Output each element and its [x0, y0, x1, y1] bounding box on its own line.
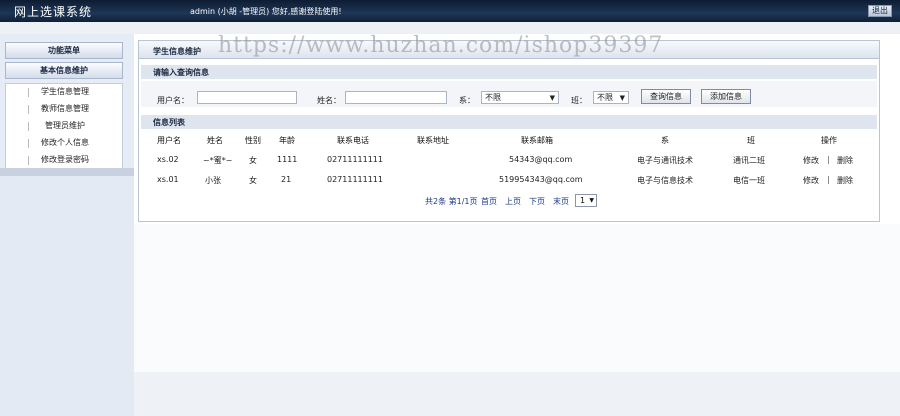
- class-select[interactable]: 不限 ▼: [593, 91, 629, 104]
- list-section-header: 信息列表: [141, 115, 877, 129]
- pager-summary: 共2条 第1/1页: [425, 197, 478, 206]
- table-header-row: 用户名 姓名 性别 年龄 联系电话 联系地址 联系邮箱 系 班 操作: [141, 135, 877, 153]
- cell-gender: 女: [249, 176, 257, 185]
- dept-label: 系：: [459, 96, 475, 105]
- table-row: xs.02 ~*蜜*~ 女 1111 02711111111 54343@qq.…: [141, 155, 877, 173]
- column-header: 年龄: [279, 136, 295, 145]
- pager-first-link[interactable]: 首页: [481, 196, 497, 207]
- column-header: 系: [661, 136, 669, 145]
- pager-next-link[interactable]: 下页: [529, 196, 545, 207]
- cell-class: 电信一班: [733, 176, 765, 185]
- main-panel-header: 学生信息维护: [139, 41, 879, 59]
- column-header: 用户名: [157, 136, 181, 145]
- sidebar-item-label: 管理员维护: [45, 121, 85, 130]
- sidebar-item-change-password[interactable]: 修改登录密码: [6, 152, 124, 168]
- class-label: 班：: [571, 96, 587, 105]
- query-button[interactable]: 查询信息: [641, 89, 691, 104]
- top-header-bar: 网上选课系统 admin (小胡 -管理员) 您好,感谢登陆使用! 退出: [0, 0, 900, 22]
- list-section-title: 信息列表: [153, 118, 185, 127]
- cell-gender: 女: [249, 156, 257, 165]
- sidebar-item-edit-profile[interactable]: 修改个人信息: [6, 135, 124, 151]
- cell-age: 21: [281, 175, 292, 184]
- sidebar-item-label: 修改登录密码: [41, 155, 89, 164]
- cell-dept: 电子与信息技术: [637, 176, 693, 185]
- chevron-down-icon: ▼: [549, 94, 555, 102]
- column-header: 联系电话: [337, 136, 369, 145]
- sidebar-item-teacher-info[interactable]: 教师信息管理: [6, 101, 124, 117]
- cell-email: 519954343@qq.com: [499, 175, 583, 184]
- search-section-header: 请输入查询信息: [141, 65, 877, 79]
- delete-link[interactable]: 删除: [837, 155, 853, 166]
- cell-phone: 02711111111: [327, 155, 383, 164]
- cell-class: 通讯二班: [733, 156, 765, 165]
- app-title: 网上选课系统: [14, 5, 93, 19]
- pager-prev-link[interactable]: 上页: [505, 196, 521, 207]
- header-divider: [0, 22, 900, 34]
- page-number-select[interactable]: 1 ▼: [575, 194, 597, 207]
- sidebar-menu-title: 功能菜单: [5, 42, 123, 59]
- cell-dept: 电子与通讯技术: [637, 156, 693, 165]
- class-select-value: 不限: [597, 93, 613, 102]
- edit-link[interactable]: 修改: [803, 175, 819, 186]
- page-select-value: 1: [580, 196, 586, 205]
- name-input[interactable]: [345, 91, 447, 104]
- edit-link[interactable]: 修改: [803, 155, 819, 166]
- sidebar-item-label: 修改个人信息: [41, 138, 89, 147]
- column-header: 性别: [245, 136, 261, 145]
- sidebar-background: [0, 168, 134, 416]
- cell-email: 54343@qq.com: [509, 155, 573, 164]
- main-panel: 学生信息维护 请输入查询信息 用户名： 姓名： 系： 不限 ▼ 班： 不限 ▼ …: [138, 40, 880, 222]
- search-section-title: 请输入查询信息: [153, 68, 209, 77]
- column-header: 联系邮箱: [521, 136, 553, 145]
- action-separator: |: [827, 175, 830, 184]
- search-form: 用户名： 姓名： 系： 不限 ▼ 班： 不限 ▼ 查询信息 添加信息: [141, 81, 877, 107]
- page-title: 学生信息维护: [153, 47, 201, 56]
- welcome-text: admin (小胡 -管理员) 您好,感谢登陆使用!: [190, 7, 342, 16]
- dept-select-value: 不限: [485, 93, 501, 102]
- cell-age: 1111: [277, 155, 298, 164]
- username-label: 用户名：: [157, 96, 189, 105]
- table-row: xs.01 小张 女 21 02711111111 519954343@qq.c…: [141, 175, 877, 193]
- name-label: 姓名：: [317, 96, 341, 105]
- chevron-down-icon: ▼: [589, 197, 594, 204]
- column-header: 联系地址: [417, 136, 449, 145]
- sidebar-item-label: 教师信息管理: [41, 104, 89, 113]
- action-separator: |: [827, 155, 830, 164]
- sidebar-group-basic-info[interactable]: 基本信息维护: [5, 62, 123, 79]
- add-button[interactable]: 添加信息: [701, 89, 751, 104]
- cell-name: ~*蜜*~: [203, 156, 233, 165]
- logout-button[interactable]: 退出: [868, 5, 892, 17]
- cell-name: 小张: [205, 176, 221, 185]
- content-background: [134, 224, 900, 416]
- dept-select[interactable]: 不限 ▼: [481, 91, 559, 104]
- column-header: 班: [747, 136, 755, 145]
- sidebar-item-label: 学生信息管理: [41, 87, 89, 96]
- chevron-down-icon: ▼: [619, 94, 625, 102]
- delete-link[interactable]: 删除: [837, 175, 853, 186]
- sidebar-item-student-info[interactable]: 学生信息管理: [6, 84, 124, 100]
- column-header: 操作: [821, 136, 837, 145]
- sidebar-menu-list: 学生信息管理 教师信息管理 管理员维护 修改个人信息 修改登录密码: [5, 83, 123, 171]
- pager-last-link[interactable]: 末页: [553, 196, 569, 207]
- cell-phone: 02711111111: [327, 175, 383, 184]
- cell-username: xs.02: [157, 155, 179, 164]
- username-input[interactable]: [197, 91, 297, 104]
- sidebar-item-admin[interactable]: 管理员维护: [6, 118, 124, 134]
- column-header: 姓名: [207, 136, 223, 145]
- cell-username: xs.01: [157, 175, 179, 184]
